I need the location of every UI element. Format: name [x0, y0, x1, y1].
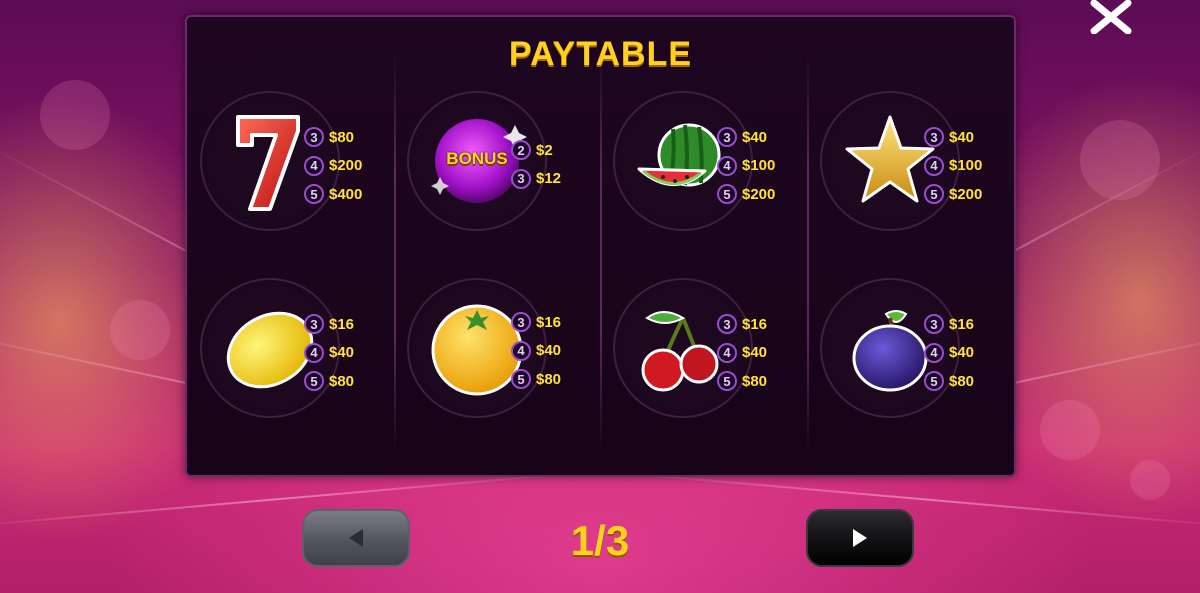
count-badge: 5 — [304, 371, 324, 392]
pay-row: 4 $200 — [304, 152, 362, 181]
count-badge: 3 — [511, 168, 531, 189]
page-indicator: 1/3 — [570, 517, 630, 564]
pay-amount: $100 — [742, 157, 776, 175]
count-badge: 3 — [717, 314, 737, 335]
arrow-right-icon — [853, 529, 867, 547]
pay-list: 2 $2 3 $12 — [511, 136, 561, 193]
pay-amount: $40 — [536, 342, 562, 360]
count-badge: 4 — [304, 342, 324, 363]
pay-amount: $2 — [536, 141, 553, 159]
pay-row: 3 $40 — [717, 123, 775, 152]
pay-list: 3 $40 4 $100 5 $200 — [717, 123, 775, 209]
count-badge: 3 — [924, 127, 944, 148]
pay-row: 3 $16 — [304, 310, 354, 339]
pay-row: 3 $16 — [717, 310, 767, 339]
symbol-cell-orange: 3 $16 4 $40 5 $80 — [397, 278, 597, 428]
pay-row: 5 $80 — [511, 365, 561, 394]
pay-amount: $200 — [742, 185, 776, 203]
pay-row: 3 $16 — [511, 308, 561, 337]
pay-row: 5 $80 — [304, 367, 354, 396]
pay-list: 3 $16 4 $40 5 $80 — [924, 310, 974, 396]
pay-list: 3 $16 4 $40 5 $80 — [717, 310, 767, 396]
pay-row: 5 $200 — [717, 180, 775, 209]
pay-row: 4 $100 — [924, 152, 982, 181]
count-badge: 5 — [717, 371, 737, 392]
symbol-cell-bonus: BONUS 2 $2 3 $12 — [397, 91, 597, 241]
column-divider — [394, 52, 396, 455]
pay-amount: $16 — [329, 315, 355, 333]
count-badge: 4 — [924, 342, 944, 363]
pay-amount: $40 — [949, 344, 975, 362]
pay-list: 3 $16 4 $40 5 $80 — [511, 308, 561, 394]
pay-row: 3 $12 — [511, 165, 561, 194]
pay-row: 5 $80 — [924, 367, 974, 396]
pay-amount: $80 — [329, 372, 355, 390]
count-badge: 4 — [924, 155, 944, 176]
pay-amount: $16 — [536, 313, 562, 331]
pay-amount: $80 — [329, 128, 355, 146]
pay-amount: $16 — [949, 315, 975, 333]
pay-list: 3 $40 4 $100 5 $200 — [924, 123, 982, 209]
pay-row: 4 $100 — [717, 152, 775, 181]
next-page-button[interactable] — [806, 509, 914, 567]
pay-row: 3 $40 — [924, 123, 982, 152]
pay-row: 3 $80 — [304, 123, 362, 152]
pay-amount: $40 — [949, 128, 975, 146]
count-badge: 5 — [511, 369, 531, 390]
pay-amount: $40 — [329, 344, 355, 362]
pay-amount: $80 — [949, 372, 975, 390]
pay-amount: $200 — [949, 185, 983, 203]
pay-amount: $40 — [742, 344, 768, 362]
count-badge: 3 — [304, 314, 324, 335]
count-badge: 3 — [511, 312, 531, 333]
pay-amount: $12 — [536, 170, 562, 188]
pay-list: 3 $80 4 $200 5 $400 — [304, 123, 362, 209]
count-badge: 5 — [717, 184, 737, 205]
count-badge: 5 — [304, 184, 324, 205]
count-badge: 4 — [717, 342, 737, 363]
pay-amount: $200 — [329, 157, 363, 175]
pay-amount: $80 — [536, 370, 562, 388]
count-badge: 3 — [717, 127, 737, 148]
arrow-left-icon — [349, 529, 363, 547]
paytable-panel: PAYTABLE 3 $80 4 $200 5 $400 BONUS 2 $2 3 $12 — [185, 15, 1016, 477]
pay-row: 5 $80 — [717, 367, 767, 396]
pay-amount: $16 — [742, 315, 768, 333]
pay-row: 4 $40 — [304, 339, 354, 368]
symbol-cell-cherry: 3 $16 4 $40 5 $80 — [603, 278, 803, 428]
count-badge: 3 — [924, 314, 944, 335]
pay-row: 4 $40 — [924, 339, 974, 368]
pay-amount: $40 — [742, 128, 768, 146]
count-badge: 4 — [511, 340, 531, 361]
pay-row: 5 $200 — [924, 180, 982, 209]
pay-amount: $80 — [742, 372, 768, 390]
close-button[interactable] — [1088, 0, 1134, 35]
count-badge: 2 — [511, 140, 531, 161]
count-badge: 4 — [717, 155, 737, 176]
count-badge: 5 — [924, 184, 944, 205]
pay-list: 3 $16 4 $40 5 $80 — [304, 310, 354, 396]
pay-row: 3 $16 — [924, 310, 974, 339]
symbol-cell-lemon: 3 $16 4 $40 5 $80 — [190, 278, 390, 428]
column-divider — [807, 52, 809, 455]
symbol-cell-watermelon: 3 $40 4 $100 5 $200 — [603, 91, 803, 241]
pay-row: 4 $40 — [717, 339, 767, 368]
close-icon — [1090, 0, 1132, 35]
pay-row: 4 $40 — [511, 337, 561, 366]
symbol-cell-seven: 3 $80 4 $200 5 $400 — [190, 91, 390, 241]
count-badge: 5 — [924, 371, 944, 392]
count-badge: 3 — [304, 127, 324, 148]
column-divider — [600, 52, 602, 455]
symbol-cell-plum: 3 $16 4 $40 5 $80 — [810, 278, 1010, 428]
count-badge: 4 — [304, 155, 324, 176]
pay-row: 2 $2 — [511, 136, 561, 165]
pay-amount: $400 — [329, 185, 363, 203]
pay-amount: $100 — [949, 157, 983, 175]
pay-row: 5 $400 — [304, 180, 362, 209]
previous-page-button[interactable] — [302, 509, 410, 567]
symbol-cell-star: 3 $40 4 $100 5 $200 — [810, 91, 1010, 241]
